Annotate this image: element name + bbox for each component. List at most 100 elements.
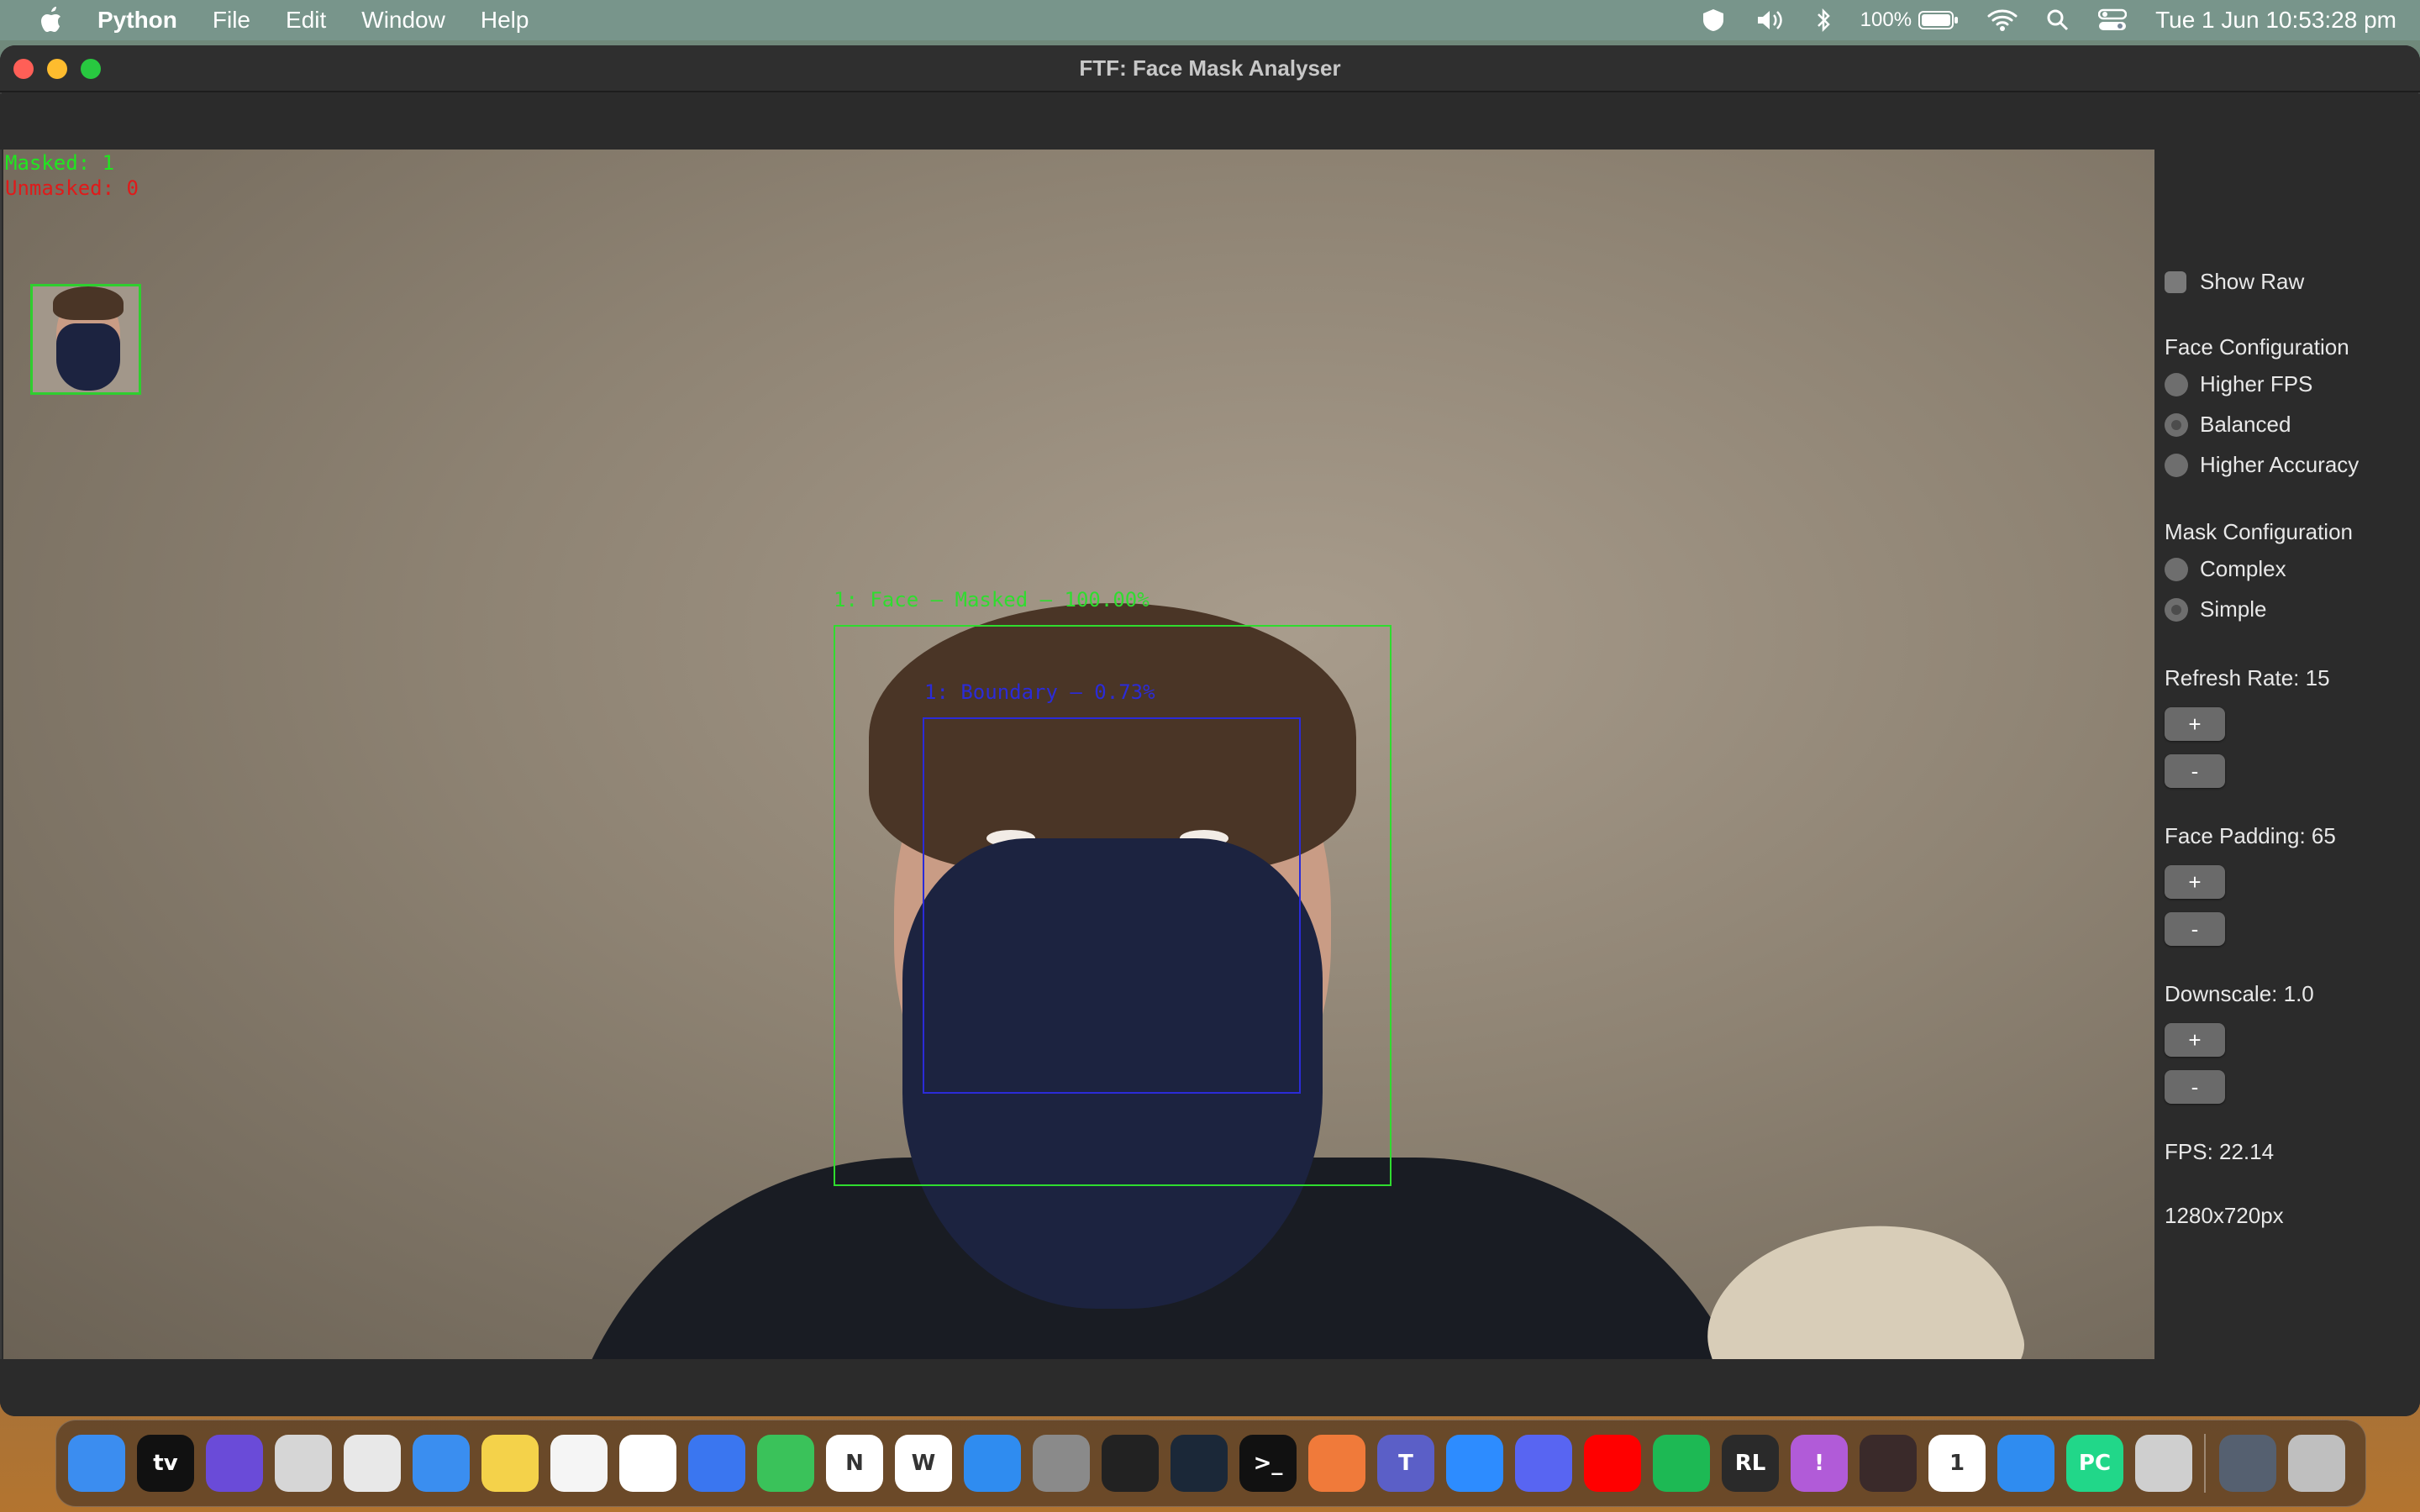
radio-simple[interactable]: Simple: [2165, 596, 2266, 622]
camera-feed: Masked: 1 Unmasked: 0 1: Face — Masked —…: [3, 150, 2154, 1359]
teams-icon[interactable]: T: [1377, 1435, 1434, 1492]
face-padding-increase-button[interactable]: +: [2165, 865, 2225, 899]
refresh-rate-label: Refresh Rate: 15: [2165, 665, 2330, 690]
downscale-decrease-button[interactable]: -: [2165, 1070, 2225, 1104]
battery-status[interactable]: 100%: [1860, 8, 1959, 32]
pencil-app-icon[interactable]: [1308, 1435, 1365, 1492]
audio-meter-icon[interactable]: [1102, 1435, 1159, 1492]
radio-label: Higher Accuracy: [2200, 452, 2360, 477]
radio-label: Higher FPS: [2200, 371, 2313, 396]
rocket-league-icon[interactable]: RL: [1722, 1435, 1779, 1492]
pycharm-icon[interactable]: PC: [2066, 1435, 2123, 1492]
masked-count-label: Masked: 1: [5, 151, 115, 175]
zoom-icon[interactable]: [1446, 1435, 1503, 1492]
radio-label: Complex: [2200, 556, 2286, 581]
word-icon[interactable]: W: [895, 1435, 952, 1492]
app-store-icon[interactable]: [964, 1435, 1021, 1492]
window-maximize-button[interactable]: [81, 59, 101, 79]
wifi-icon[interactable]: [1987, 8, 2018, 32]
trash-icon[interactable]: [2288, 1435, 2345, 1492]
detected-face-thumbnail: [30, 284, 141, 395]
terminal-icon[interactable]: >_: [1239, 1435, 1297, 1492]
messages-icon[interactable]: [757, 1435, 814, 1492]
dock: tv N W >_ T RL! 1 PC: [55, 1420, 2366, 1507]
refresh-rate-increase-button[interactable]: +: [2165, 707, 2225, 741]
window-top-band: [0, 94, 2420, 150]
checkbox-box[interactable]: [2165, 270, 2186, 293]
spotlight-search-icon[interactable]: [2046, 8, 2070, 32]
radio-button-selected[interactable]: [2165, 597, 2188, 622]
discord-icon[interactable]: [1515, 1435, 1572, 1492]
unmasked-count-label: Unmasked: 0: [5, 176, 139, 200]
chrome-icon[interactable]: [344, 1435, 401, 1492]
resolution-readout: 1280x720px: [2165, 1203, 2284, 1228]
volume-icon[interactable]: [1754, 8, 1786, 33]
menu-window[interactable]: Window: [361, 7, 445, 34]
apple-tv-icon[interactable]: tv: [137, 1435, 194, 1492]
refresh-rate-decrease-button[interactable]: -: [2165, 754, 2225, 788]
control-center-icon[interactable]: [2098, 8, 2128, 32]
radio-higher-fps[interactable]: Higher FPS: [2165, 371, 2312, 397]
mask-config-title: Mask Configuration: [2165, 519, 2353, 544]
menu-help[interactable]: Help: [481, 7, 529, 34]
face-detection-label: 1: Face — Masked — 100.00%: [834, 588, 1150, 612]
face-config-title: Face Configuration: [2165, 334, 2349, 360]
show-raw-label: Show Raw: [2200, 269, 2305, 294]
downscale-increase-button[interactable]: +: [2165, 1023, 2225, 1057]
radio-button-selected[interactable]: [2165, 412, 2188, 437]
youtube-music-icon[interactable]: [1584, 1435, 1641, 1492]
shield-status-icon[interactable]: [1701, 8, 1726, 33]
calendar-icon[interactable]: 1: [1928, 1435, 1986, 1492]
window-bottom-band: [0, 1359, 2420, 1416]
signal-icon[interactable]: [688, 1435, 745, 1492]
photos-icon[interactable]: [550, 1435, 608, 1492]
radio-button[interactable]: [2165, 372, 2188, 396]
window-minimize-button[interactable]: [47, 59, 67, 79]
window-close-button[interactable]: [13, 59, 34, 79]
menu-bar: Python File Edit Window Help 100% Tue 1 …: [0, 0, 2420, 40]
boundary-detection-box: [923, 717, 1301, 1094]
radio-button[interactable]: [2165, 453, 2188, 477]
radio-label: Simple: [2200, 596, 2267, 622]
face-padding-label: Face Padding: 65: [2165, 823, 2336, 848]
menu-edit[interactable]: Edit: [286, 7, 326, 34]
steam-icon[interactable]: [1171, 1435, 1228, 1492]
notes-icon[interactable]: [481, 1435, 539, 1492]
radio-button[interactable]: [2165, 557, 2188, 581]
finder-icon[interactable]: [68, 1435, 125, 1492]
downscale-label: Downscale: 1.0: [2165, 981, 2314, 1006]
siri-icon[interactable]: [206, 1435, 263, 1492]
radio-label: Balanced: [2200, 412, 2291, 437]
face-padding-decrease-button[interactable]: -: [2165, 912, 2225, 946]
apple-menu-icon[interactable]: [34, 3, 67, 37]
downloads-stack-icon[interactable]: [2219, 1435, 2276, 1492]
app-window: FTF: Face Mask Analyser Masked: 1 Unmask…: [0, 45, 2420, 1416]
background-pillow: [1685, 1183, 2036, 1359]
control-panel: Show Raw Face Configuration Higher FPS B…: [2154, 150, 2420, 1359]
battery-percent: 100%: [1860, 8, 1912, 31]
graph-app-icon[interactable]: [1860, 1435, 1917, 1492]
messenger-icon[interactable]: [619, 1435, 676, 1492]
bluetooth-icon[interactable]: [1815, 7, 1832, 34]
dock-separator: [2204, 1434, 2206, 1493]
mail-icon[interactable]: [413, 1435, 470, 1492]
clock-datetime[interactable]: Tue 1 Jun 10:53:28 pm: [2155, 7, 2396, 34]
system-preferences-icon[interactable]: [1033, 1435, 1090, 1492]
thumb-mask: [56, 323, 120, 391]
spotify-icon[interactable]: [1653, 1435, 1710, 1492]
todo-icon[interactable]: [1997, 1435, 2054, 1492]
thumb-hair: [53, 286, 124, 320]
radio-complex[interactable]: Complex: [2165, 556, 2286, 582]
rocket-icon[interactable]: [2135, 1435, 2192, 1492]
onenote-icon[interactable]: N: [826, 1435, 883, 1492]
show-raw-checkbox[interactable]: Show Raw: [2165, 269, 2304, 295]
fps-readout: FPS: 22.14: [2165, 1139, 2275, 1164]
menu-file[interactable]: File: [213, 7, 250, 34]
battery-icon: [1918, 11, 1959, 29]
radio-higher-accuracy[interactable]: Higher Accuracy: [2165, 452, 2359, 478]
launchpad-icon[interactable]: [275, 1435, 332, 1492]
boundary-detection-label: 1: Boundary — 0.73%: [924, 680, 1155, 704]
feedback-icon[interactable]: !: [1791, 1435, 1848, 1492]
radio-balanced[interactable]: Balanced: [2165, 412, 2291, 438]
menu-app-python[interactable]: Python: [97, 7, 177, 34]
